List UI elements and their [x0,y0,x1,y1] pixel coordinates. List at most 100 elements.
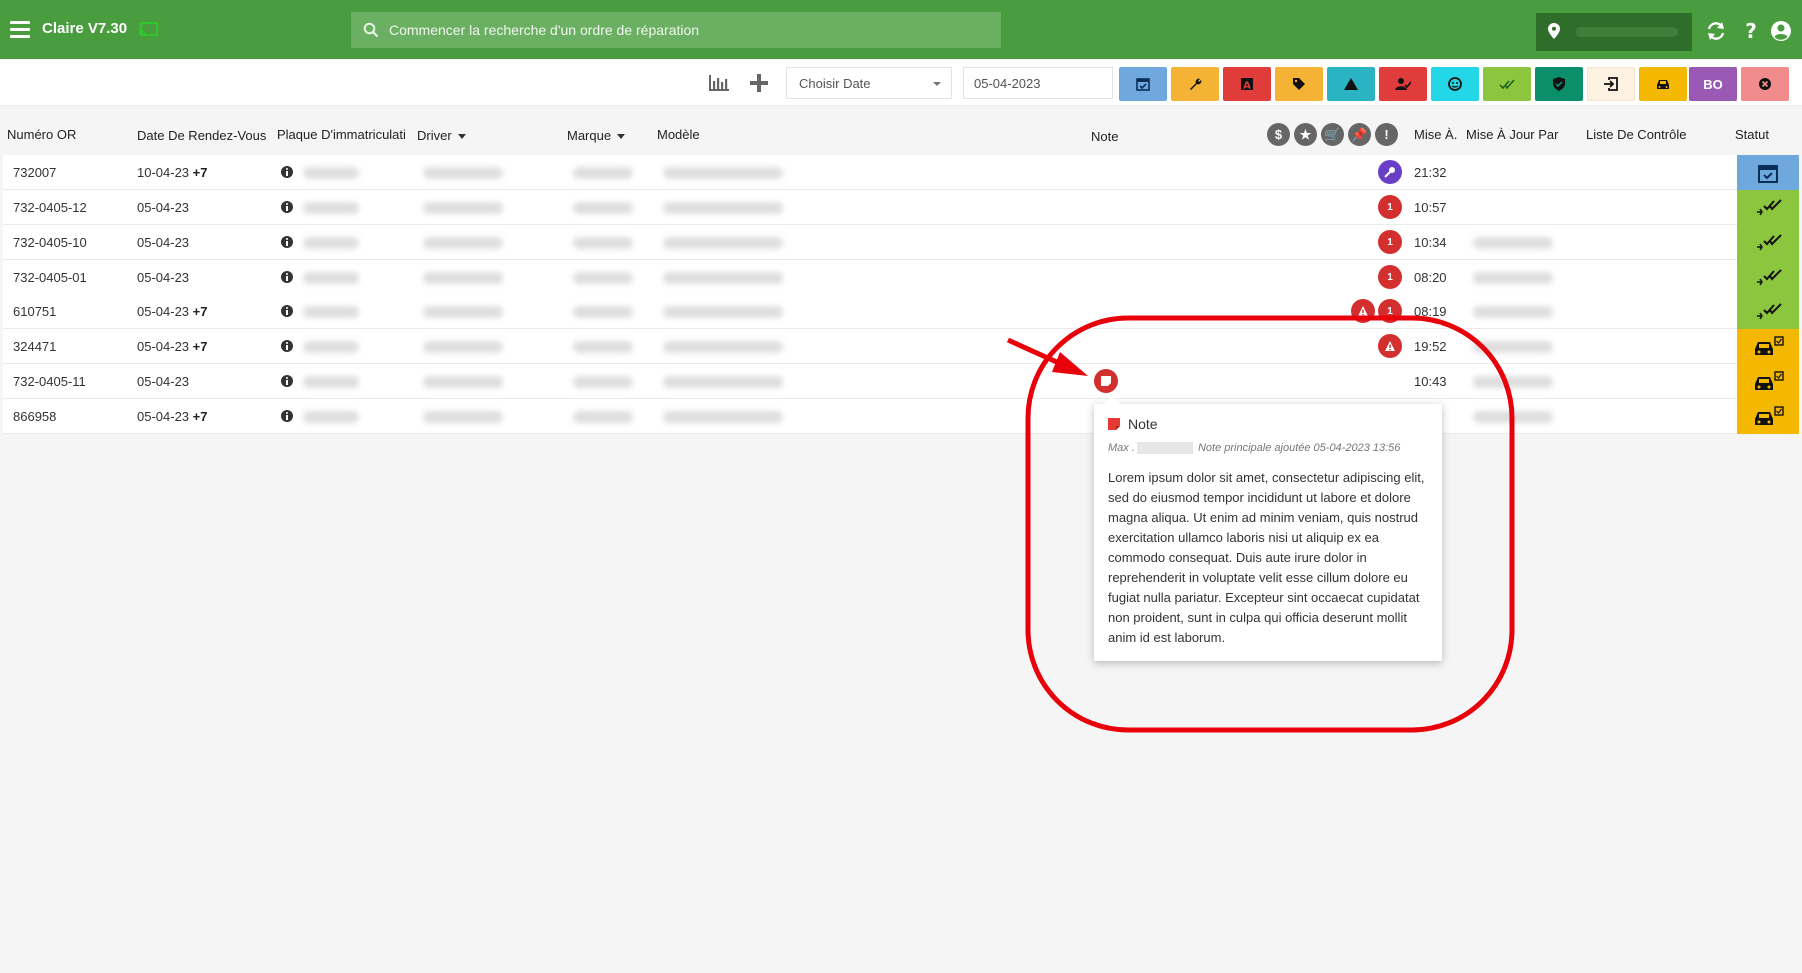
header-modele[interactable]: Modèle [657,127,700,142]
redacted-cell [1473,306,1553,318]
search-input[interactable]: Commencer la recherche d'un ordre de rép… [351,12,1001,48]
cell-numero[interactable]: 866958 [13,409,56,424]
header-mise-par[interactable]: Mise À Jour Par [1466,127,1558,142]
cell-time: 10:57 [1414,200,1447,215]
filter-user-check-button[interactable] [1379,67,1427,101]
filter-car-button[interactable] [1639,67,1687,101]
add-icon[interactable] [748,73,770,93]
table-row[interactable]: 732-0405-01 05-04-23 1 08:20 [3,260,1799,295]
filter-exit-button[interactable] [1587,67,1635,101]
chart-icon[interactable] [708,73,730,93]
redacted-cell [303,202,359,214]
info-icon[interactable] [280,374,294,388]
redacted-cell [303,411,359,423]
table-row[interactable]: 732007 10-04-23 +7 21:32 [3,155,1799,190]
header-numero[interactable]: Numéro OR [7,127,76,142]
table-row[interactable]: 324471 05-04-23 +7 19:52 [3,329,1799,364]
face-icon [1447,76,1463,92]
info-icon[interactable] [280,200,294,214]
cancel-icon [1757,76,1773,92]
help-icon[interactable]: ? [1740,20,1762,42]
info-icon[interactable] [280,304,294,318]
status-done-icon[interactable] [1737,294,1799,329]
status-done-icon[interactable] [1737,225,1799,260]
count-badge[interactable]: 1 [1378,299,1402,323]
annotation-overlay [1006,315,1515,733]
key-icon[interactable] [1378,160,1402,184]
map-pin-icon [1548,23,1560,39]
table-row[interactable]: 610751 05-04-23 +7 1 08:19 [3,294,1799,329]
table-row[interactable]: 732-0405-10 05-04-23 1 10:34 [3,225,1799,260]
filter-bo-button[interactable]: BO [1689,67,1737,101]
warning-icon[interactable] [1351,299,1375,323]
header-plaque[interactable]: Plaque D'immatriculati [277,127,407,142]
star-icon[interactable]: ★ [1294,123,1317,146]
cell-numero[interactable]: 732007 [13,165,56,180]
table-row[interactable]: 866958 05-04-23 +7 [3,399,1799,434]
cell-numero[interactable]: 732-0405-01 [13,270,87,285]
refresh-icon[interactable] [1705,20,1727,42]
info-icon[interactable] [280,165,294,179]
status-car-icon[interactable] [1737,399,1799,434]
cart-icon[interactable]: 🛒 [1321,123,1344,146]
date-select[interactable]: Choisir Date [786,67,952,99]
status-car-icon[interactable] [1737,364,1799,399]
pin-icon[interactable]: 📌 [1348,123,1371,146]
note-indicator-icon[interactable] [1094,369,1118,393]
cell-numero[interactable]: 732-0405-12 [13,200,87,215]
info-icon[interactable] [280,409,294,423]
date-input[interactable]: 05-04-2023 [963,67,1113,99]
info-icon[interactable] [280,235,294,249]
user-account-icon[interactable] [1770,20,1792,42]
app-title: Claire V7.30 [42,20,128,37]
filter-cancel-button[interactable] [1741,67,1789,101]
note-popover-header: Note [1108,416,1158,432]
location-selector[interactable] [1536,13,1692,51]
header-note[interactable]: Note [1091,129,1118,144]
header-driver[interactable]: Driver [417,128,466,143]
filter-letter-a-button[interactable]: A [1223,67,1271,101]
info-icon[interactable] [280,270,294,284]
warning-icon[interactable] [1378,334,1402,358]
cast-icon[interactable] [138,22,158,38]
redacted-cell [423,306,503,318]
author-redacted [1136,442,1193,455]
cell-numero[interactable]: 732-0405-11 [13,374,86,389]
redacted-cell [573,306,633,318]
cell-numero[interactable]: 324471 [13,339,56,354]
redacted-cell [663,272,783,284]
status-done-icon[interactable] [1737,260,1799,295]
status-done-icon[interactable] [1737,190,1799,225]
date-text: 05-04-23 [137,339,190,354]
status-calendar-icon[interactable] [1737,155,1799,190]
redacted-cell [1473,272,1553,284]
filter-face-button[interactable] [1431,67,1479,101]
date-text: 10-04-23 [137,165,190,180]
redacted-cell [663,376,783,388]
count-badge[interactable]: 1 [1378,195,1402,219]
filter-tag-button[interactable] [1275,67,1323,101]
header-statut[interactable]: Statut [1735,127,1769,142]
table-row[interactable]: 732-0405-11 05-04-23 10:43 [3,364,1799,399]
filter-shield-button[interactable] [1535,67,1583,101]
note-author: Max . [1108,442,1135,454]
header-liste[interactable]: Liste De Contrôle [1586,127,1686,142]
table-row[interactable]: 732-0405-12 05-04-23 1 10:57 [3,190,1799,225]
header-date[interactable]: Date De Rendez-Vous [137,128,266,143]
header-mise[interactable]: Mise À. [1414,127,1457,142]
status-car-icon[interactable] [1737,329,1799,364]
filter-warning-button[interactable] [1327,67,1375,101]
header-marque[interactable]: Marque [567,128,625,143]
info-icon[interactable] [280,339,294,353]
count-badge[interactable]: 1 [1378,230,1402,254]
filter-double-check-button[interactable] [1483,67,1531,101]
hamburger-menu-icon[interactable] [10,21,30,39]
filter-wrench-button[interactable] [1171,67,1219,101]
dollar-icon[interactable]: $ [1267,123,1290,146]
cell-numero[interactable]: 610751 [13,304,56,319]
chevron-down-icon [933,82,941,86]
count-badge[interactable]: 1 [1378,265,1402,289]
filter-calendar-button[interactable] [1119,67,1167,101]
warning-icon[interactable]: ! [1375,123,1398,146]
cell-numero[interactable]: 732-0405-10 [13,235,87,250]
